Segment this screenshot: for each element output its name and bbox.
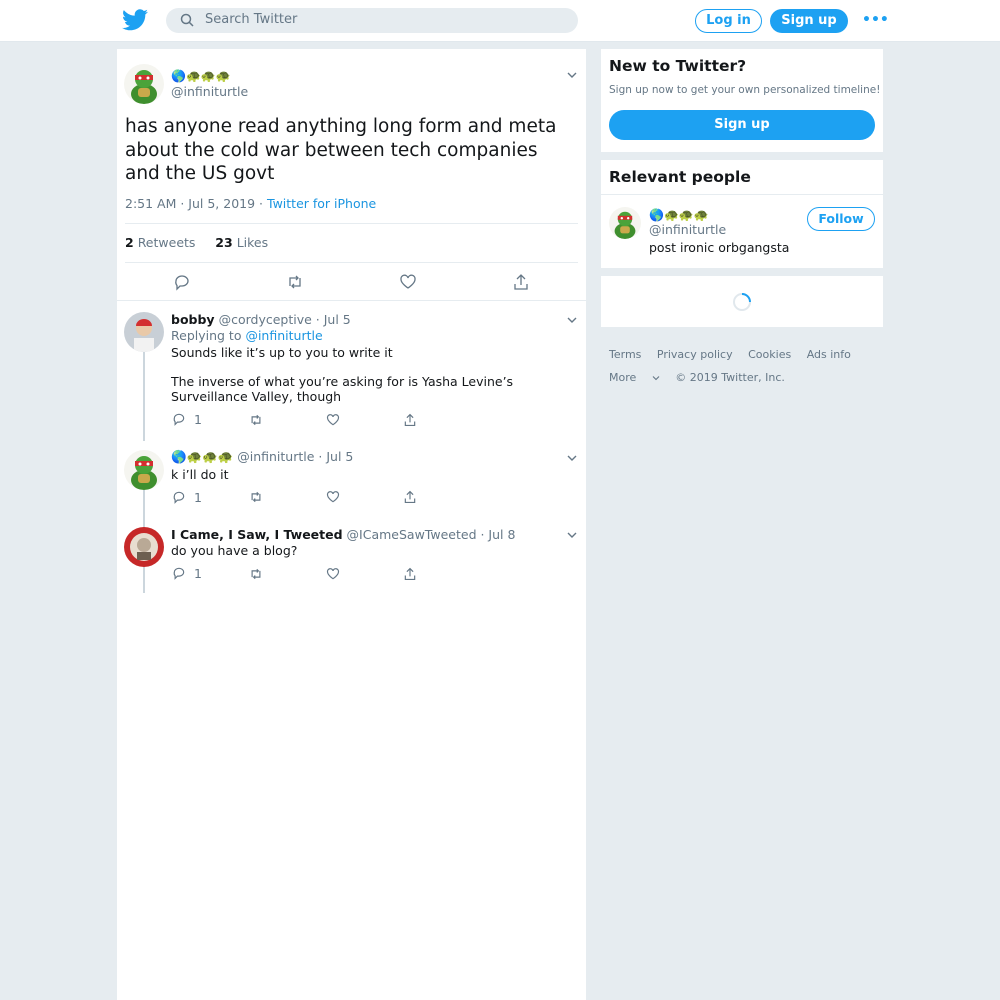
like-icon[interactable] <box>326 490 340 504</box>
author-handle[interactable]: @infiniturtle <box>171 84 248 99</box>
footer-bottom: More © 2019 Twitter, Inc. <box>609 371 797 384</box>
retweet-icon[interactable] <box>249 413 263 427</box>
reply-icon[interactable] <box>173 273 191 291</box>
reply-author[interactable]: 🌎🐢🐢🐢 @infiniturtle · Jul 5 <box>171 449 353 465</box>
top-navigation-bar: Search Twitter Log in Sign up ••• <box>0 0 1000 42</box>
twitter-logo-icon[interactable] <box>122 8 148 32</box>
reply-author[interactable]: bobby @cordyceptive · Jul 5 <box>171 312 351 327</box>
new-to-twitter-card: New to Twitter? Sign up now to get your … <box>601 49 883 152</box>
log-in-button[interactable]: Log in <box>695 9 762 33</box>
reply-text: do you have a blog? <box>171 543 298 558</box>
divider <box>125 262 578 263</box>
reply-icon[interactable] <box>172 566 186 580</box>
share-icon[interactable] <box>403 490 417 504</box>
footer-more-link[interactable]: More <box>609 371 660 384</box>
tweet-detail-column: 🌎🐢🐢🐢 @infiniturtle has anyone read anyth… <box>117 49 586 1000</box>
person-display-name[interactable]: 🌎🐢🐢🐢 <box>649 208 709 222</box>
chevron-down-icon[interactable] <box>567 316 577 324</box>
search-input[interactable]: Search Twitter <box>205 12 297 27</box>
share-icon[interactable] <box>403 567 417 581</box>
divider <box>601 194 883 195</box>
tweet-source-link[interactable]: Twitter for iPhone <box>267 196 376 211</box>
like-icon[interactable] <box>399 273 417 291</box>
retweets-stat[interactable]: 2 Retweets <box>125 235 195 250</box>
card-subtitle: Sign up now to get your own personalized… <box>609 84 881 96</box>
share-icon[interactable] <box>512 273 530 291</box>
relevant-people-card: Relevant people 🌎🐢🐢🐢 @infiniturtle Follo… <box>601 160 883 268</box>
likes-stat[interactable]: 23 Likes <box>215 235 268 250</box>
loading-spinner-icon <box>733 293 751 311</box>
chevron-down-icon[interactable] <box>567 454 577 462</box>
avatar[interactable] <box>124 312 164 352</box>
sign-up-button[interactable]: Sign up <box>609 110 875 140</box>
reply-count: 1 <box>194 412 202 427</box>
footer-cookies-link[interactable]: Cookies <box>748 348 791 361</box>
follow-button[interactable]: Follow <box>807 207 875 231</box>
copyright: © 2019 Twitter, Inc. <box>675 371 785 384</box>
more-options-icon[interactable]: ••• <box>862 12 889 28</box>
reply-count: 1 <box>194 566 202 581</box>
avatar[interactable] <box>124 450 164 490</box>
thread-line <box>143 351 145 441</box>
replying-to: Replying to @infiniturtle <box>171 328 323 343</box>
replying-to-link[interactable]: @infiniturtle <box>245 328 322 343</box>
retweet-icon[interactable] <box>249 567 263 581</box>
search-icon <box>180 13 194 27</box>
author-display-name[interactable]: 🌎🐢🐢🐢 <box>171 69 231 83</box>
reply-icon[interactable] <box>172 412 186 426</box>
footer-privacy-link[interactable]: Privacy policy <box>657 348 733 361</box>
sign-up-button[interactable]: Sign up <box>770 9 848 33</box>
retweet-icon[interactable] <box>249 490 263 504</box>
tweet-time[interactable]: 2:51 AM · Jul 5, 2019 · <box>125 196 267 211</box>
reply-count: 1 <box>194 490 202 505</box>
person-bio: post ironic orbgangsta <box>649 240 790 255</box>
card-title: Relevant people <box>609 168 751 186</box>
reply-text: Sounds like it’s up to you to write it <box>171 345 393 360</box>
divider <box>117 300 586 301</box>
card-title: New to Twitter? <box>609 57 747 75</box>
tweet-stats: 2 Retweets 23 Likes <box>125 235 268 250</box>
tweet-text: has anyone read anything long form and m… <box>125 116 557 184</box>
avatar[interactable] <box>124 527 164 567</box>
retweet-icon[interactable] <box>286 273 304 291</box>
reply-author[interactable]: I Came, I Saw, I Tweeted @ICameSawTweete… <box>171 527 515 542</box>
reply-icon[interactable] <box>172 490 186 504</box>
chevron-down-icon[interactable] <box>567 71 577 79</box>
chevron-down-icon[interactable] <box>567 531 577 539</box>
avatar[interactable] <box>124 64 164 104</box>
avatar[interactable] <box>609 207 641 239</box>
tweet-timestamp: 2:51 AM · Jul 5, 2019 · Twitter for iPho… <box>125 196 376 211</box>
footer-terms-link[interactable]: Terms <box>609 348 641 361</box>
reply-text: The inverse of what you’re asking for is… <box>171 374 514 404</box>
footer-links: Terms Privacy policy Cookies Ads info <box>609 348 863 361</box>
chevron-down-icon <box>652 376 660 381</box>
like-icon[interactable] <box>326 567 340 581</box>
loading-card <box>601 276 883 327</box>
footer-ads-link[interactable]: Ads info <box>807 348 851 361</box>
search-bar[interactable]: Search Twitter <box>166 8 578 33</box>
person-handle[interactable]: @infiniturtle <box>649 222 726 237</box>
share-icon[interactable] <box>403 413 417 427</box>
like-icon[interactable] <box>326 413 340 427</box>
divider <box>125 223 578 224</box>
reply-text: k i’ll do it <box>171 467 229 482</box>
